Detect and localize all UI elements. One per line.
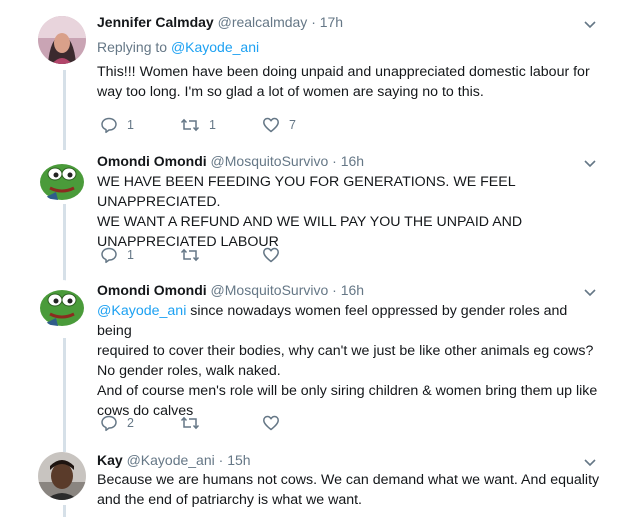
reply-count: 1 [127,248,134,262]
avatar[interactable] [38,154,86,202]
heart-icon [263,117,279,133]
retweet-icon [180,248,200,262]
chevron-down-icon[interactable] [583,19,597,29]
tweet-text: This!!! Women have been doing unpaid and… [97,62,602,102]
avatar[interactable] [38,16,86,64]
like-button[interactable] [262,246,342,264]
tweet-actions: 2 [100,413,342,433]
tweet-text: WE HAVE BEEN FEEDING YOU FOR GENERATIONS… [97,172,602,252]
tweet-text-line: required to cover their bodies, why can'… [97,343,594,359]
reply-icon [101,247,117,264]
heart-icon [263,247,279,263]
tweet-text-line: No gender roles, walk naked. [97,363,281,379]
tweet-text-line: WE HAVE BEEN FEEDING YOU FOR GENERATIONS… [97,174,516,210]
reply-icon [101,415,117,432]
like-button[interactable]: 7 [262,116,342,134]
replying-mention-link[interactable]: @Kayode_ani [171,39,259,55]
author-handle[interactable]: @realcalmday [218,14,308,30]
tweet[interactable]: Omondi Omondi @MosquitoSurvivo · 16h @Ka… [0,280,621,440]
tweet[interactable]: Kay @Kayode_ani · 15h Because we are hum… [0,440,621,517]
reply-count: 2 [127,416,134,430]
tweet-text-line: WE WANT A REFUND AND WE WILL PAY YOU THE… [97,214,523,230]
retweet-button[interactable] [180,246,262,264]
replying-to: Replying to @Kayode_ani [97,38,259,56]
retweet-icon [180,118,200,132]
tweet-text-line: way too long. I'm so glad a lot of women… [97,84,484,100]
tweet-text-line: Because we are humans not cows. We can d… [97,472,600,488]
author-name[interactable]: Kay [97,452,123,468]
reply-icon [101,117,117,134]
like-count: 7 [289,118,296,132]
tweet-text: @Kayode_ani since nowadays women feel op… [97,301,602,421]
tweet[interactable]: Jennifer Calmday @realcalmday · 17h Repl… [0,0,621,145]
tweet-text-line: This!!! Women have been doing unpaid and… [97,64,590,80]
mention-link[interactable]: @Kayode_ani [97,303,186,319]
reply-button[interactable]: 1 [100,246,180,264]
tweet-time[interactable]: · 17h [311,14,343,30]
tweet-time[interactable]: · 16h [332,282,364,298]
tweet-actions: 1 [100,245,342,265]
author-name[interactable]: Jennifer Calmday [97,14,214,30]
reply-button[interactable]: 2 [100,414,180,432]
author-name[interactable]: Omondi Omondi [97,153,207,169]
heart-icon [263,415,279,431]
chevron-down-icon[interactable] [583,457,597,467]
retweet-count: 1 [209,118,216,132]
chevron-down-icon[interactable] [583,158,597,168]
tweet-text-line: and the end of patriarchy is what we wan… [97,492,362,508]
author-handle[interactable]: @MosquitoSurvivo [211,153,329,169]
tweet-time[interactable]: · 15h [219,452,251,468]
reply-count: 1 [127,118,134,132]
reply-button[interactable]: 1 [100,116,180,134]
author-handle[interactable]: @MosquitoSurvivo [211,282,329,298]
author-name[interactable]: Omondi Omondi [97,282,207,298]
retweet-button[interactable]: 1 [180,116,262,134]
avatar[interactable] [38,452,86,500]
tweet-actions: 1 1 7 [100,115,342,135]
author-handle[interactable]: @Kayode_ani [127,452,215,468]
tweet[interactable]: Omondi Omondi @MosquitoSurvivo · 16h WE … [0,145,621,280]
replying-label: Replying to [97,39,168,55]
retweet-icon [180,416,200,430]
avatar[interactable] [38,280,86,328]
retweet-button[interactable] [180,414,262,432]
like-button[interactable] [262,414,342,432]
tweet-time[interactable]: · 16h [332,153,364,169]
tweet-text-line: And of course men's role will be only si… [97,383,598,399]
tweet-text: Because we are humans not cows. We can d… [97,470,602,510]
chevron-down-icon[interactable] [583,287,597,297]
